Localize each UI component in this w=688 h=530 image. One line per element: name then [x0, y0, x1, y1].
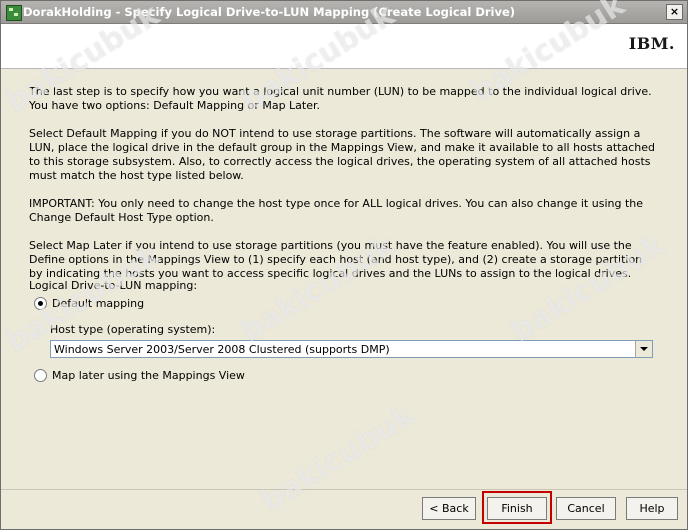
header-banner: IBM.	[1, 24, 687, 69]
instruction-map-later: Select Map Later if you intend to use st…	[29, 239, 643, 280]
close-button[interactable]: ×	[666, 4, 683, 20]
instruction-default-mapping: Select Default Mapping if you do NOT int…	[29, 127, 655, 182]
storage-manager-icon	[6, 5, 22, 21]
default-mapping-option[interactable]: Default mapping	[34, 295, 144, 311]
window-title: DorakHolding - Specify Logical Drive-to-…	[23, 5, 516, 19]
host-type-select[interactable]: Windows Server 2003/Server 2008 Clustere…	[50, 340, 653, 358]
host-type-label: Host type (operating system):	[50, 323, 216, 336]
map-later-radio[interactable]	[34, 368, 47, 382]
cancel-button[interactable]: Cancel	[556, 497, 616, 520]
default-mapping-label: Default mapping	[52, 296, 145, 310]
mapping-section-label: Logical Drive-to-LUN mapping:	[29, 279, 198, 292]
chevron-down-icon[interactable]	[635, 341, 652, 357]
back-button[interactable]: < Back	[422, 497, 476, 520]
instructions-panel: The last step is to specify how you want…	[29, 85, 659, 295]
instruction-important: IMPORTANT: You only need to change the h…	[29, 197, 644, 224]
map-later-option[interactable]: Map later using the Mappings View	[34, 367, 245, 383]
map-later-label: Map later using the Mappings View	[52, 368, 245, 382]
help-button[interactable]: Help	[626, 497, 678, 520]
footer-divider	[1, 489, 687, 490]
finish-button[interactable]: Finish	[487, 497, 547, 520]
watermark: bakicubuk	[254, 397, 421, 520]
instruction-intro: The last step is to specify how you want…	[29, 85, 652, 112]
dialog-window: DorakHolding - Specify Logical Drive-to-…	[0, 0, 688, 530]
ibm-logo: IBM.	[628, 34, 675, 53]
title-bar[interactable]: DorakHolding - Specify Logical Drive-to-…	[1, 1, 687, 24]
default-mapping-radio[interactable]	[34, 296, 47, 310]
host-type-value: Windows Server 2003/Server 2008 Clustere…	[54, 343, 390, 356]
